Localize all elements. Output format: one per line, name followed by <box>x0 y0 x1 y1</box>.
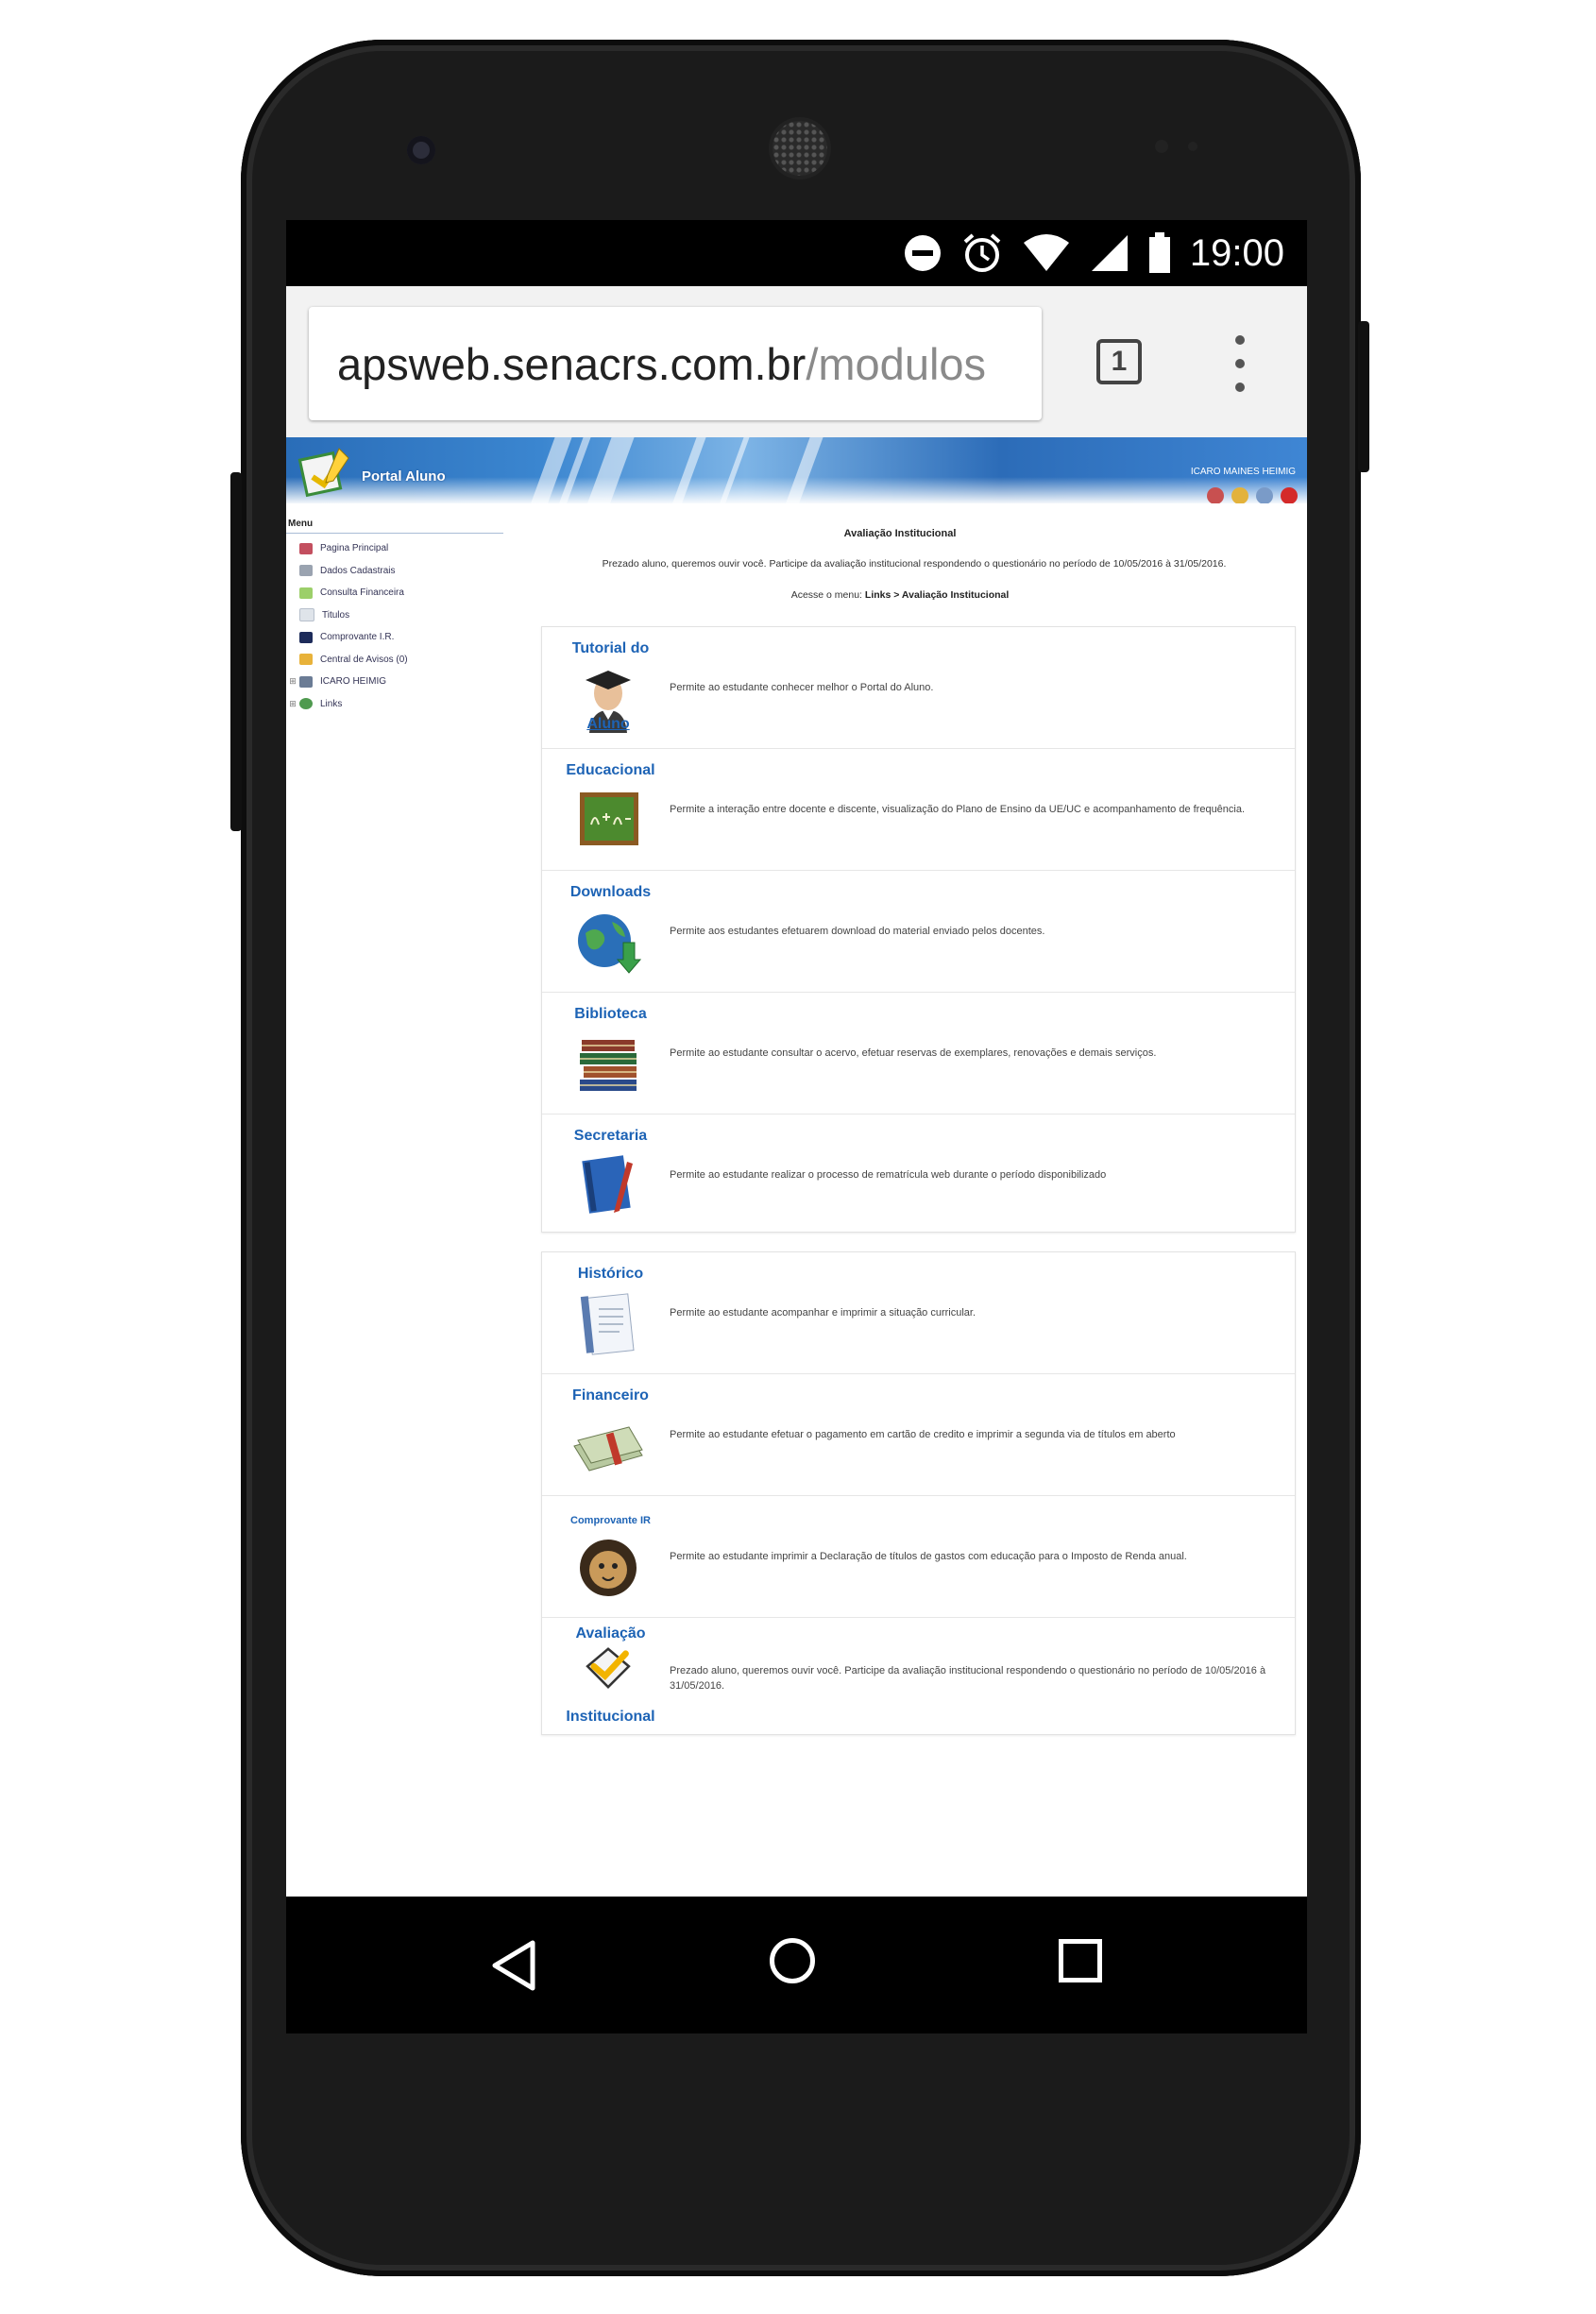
lion-icon <box>299 631 313 643</box>
module-tutorial[interactable]: Tutorial do Aluno Permite ao estudante c… <box>542 627 1295 749</box>
menu-item-consulta-financeira[interactable]: Consulta Financeira <box>288 582 505 604</box>
user-name: ICARO MAINES HEIMIG <box>1190 467 1296 477</box>
portal-title: Portal Aluno <box>362 468 446 485</box>
power-button <box>1358 321 1369 472</box>
alarm-icon <box>963 233 1001 272</box>
user-icon <box>299 675 313 688</box>
module-historico[interactable]: Histórico Permite ao estudante acompanha… <box>542 1252 1295 1374</box>
volume-button <box>230 472 242 831</box>
books-icon <box>580 1040 637 1091</box>
portal-banner: Portal Aluno ICARO MAINES HEIMIG <box>286 437 1307 503</box>
lion-icon <box>580 1540 637 1596</box>
screen: 19:00 apsweb.senacrs.com.br/modulos 1 Po… <box>286 220 1307 2033</box>
globe-icon <box>299 698 313 710</box>
checkmark-icon <box>586 1647 631 1689</box>
notebook-icon <box>582 1155 633 1214</box>
notice-nav-path[interactable]: Links > Avaliação Institucional <box>865 589 1009 601</box>
menu-title: Menu <box>288 519 314 529</box>
web-page: Portal Aluno ICARO MAINES HEIMIG Menu Pa… <box>286 437 1307 1892</box>
status-bar: 19:00 <box>286 220 1307 286</box>
earpiece-speaker <box>773 121 827 176</box>
url-bar[interactable]: apsweb.senacrs.com.br/modulos <box>309 307 1042 420</box>
side-menu: Pagina Principal Dados Cadastrais Consul… <box>288 537 505 715</box>
chalkboard-icon <box>580 792 638 845</box>
browser-toolbar: apsweb.senacrs.com.br/modulos 1 <box>286 286 1307 437</box>
home-icon[interactable] <box>1207 487 1224 503</box>
menu-divider <box>286 533 503 534</box>
menu-item-pagina-principal[interactable]: Pagina Principal <box>288 537 505 560</box>
battery-icon <box>1148 232 1170 273</box>
module-biblioteca[interactable]: Biblioteca Permite ao estudante consulta… <box>542 993 1295 1114</box>
module-downloads[interactable]: Downloads Permite aos estudantes efetuar… <box>542 871 1295 993</box>
notice-title: Avaliação Institucional <box>843 528 957 539</box>
menu-item-links[interactable]: ⊞ Links <box>288 693 505 716</box>
home-button-icon[interactable] <box>770 1938 815 1983</box>
url-path: /modulos <box>806 338 987 389</box>
key-icon[interactable] <box>1231 487 1248 503</box>
menu-kebab-icon[interactable] <box>1231 335 1249 392</box>
menu-item-dados-cadastrais[interactable]: Dados Cadastrais <box>288 560 505 583</box>
tab-switcher-button[interactable]: 1 <box>1096 339 1142 384</box>
notice-navigation: Acesse o menu: Links > Avaliação Institu… <box>790 589 1010 601</box>
status-time: 19:00 <box>1189 231 1284 274</box>
network-icon[interactable] <box>1256 487 1273 503</box>
logout-icon[interactable] <box>1281 487 1298 503</box>
wifi-icon <box>1023 234 1069 271</box>
id-card-icon <box>299 565 313 577</box>
android-nav-bar <box>286 1897 1307 2033</box>
portal-logo-icon <box>297 448 349 498</box>
back-icon[interactable] <box>489 1939 538 1992</box>
menu-item-comprovante-ir[interactable]: Comprovante I.R. <box>288 626 505 649</box>
modules-panel-primary: Tutorial do Aluno Permite ao estudante c… <box>541 626 1296 1233</box>
menu-item-titulos[interactable]: Titulos <box>288 604 505 627</box>
signal-icon <box>1091 235 1128 271</box>
module-avaliacao-institucional[interactable]: Avaliação Institucional Prezado aluno, q… <box>542 1618 1295 1739</box>
menu-item-central-avisos[interactable]: Central de Avisos (0) <box>288 649 505 672</box>
modules-panel-secondary: Histórico Permite ao estudante acompanha… <box>541 1251 1296 1735</box>
proximity-sensor <box>1155 140 1168 153</box>
url-host: apsweb.senacrs.com.br <box>337 338 806 389</box>
document-icon <box>299 608 314 622</box>
flag-icon <box>299 654 313 666</box>
module-comprovante-ir[interactable]: Comprovante IR Permite ao estudante impr… <box>542 1496 1295 1618</box>
light-sensor <box>1188 142 1197 151</box>
document-icon <box>580 1293 635 1355</box>
module-secretaria[interactable]: Secretaria Permite ao estudante realizar… <box>542 1114 1295 1235</box>
do-not-disturb-icon <box>904 235 941 271</box>
front-camera <box>407 136 435 164</box>
menu-item-icaro-heimig[interactable]: ⊞ ICARO HEIMIG <box>288 671 505 693</box>
money-stack-icon <box>573 1426 643 1472</box>
globe-download-icon <box>578 914 642 974</box>
home-icon <box>299 542 313 554</box>
money-icon <box>299 587 313 599</box>
module-educacional[interactable]: Educacional Permite a interação entre do… <box>542 749 1295 871</box>
module-financeiro[interactable]: Financeiro Permite ao estudante efetuar … <box>542 1374 1295 1496</box>
notice-message: Prezado aluno, queremos ouvir você. Part… <box>602 558 1227 570</box>
recent-apps-icon[interactable] <box>1059 1939 1102 1982</box>
